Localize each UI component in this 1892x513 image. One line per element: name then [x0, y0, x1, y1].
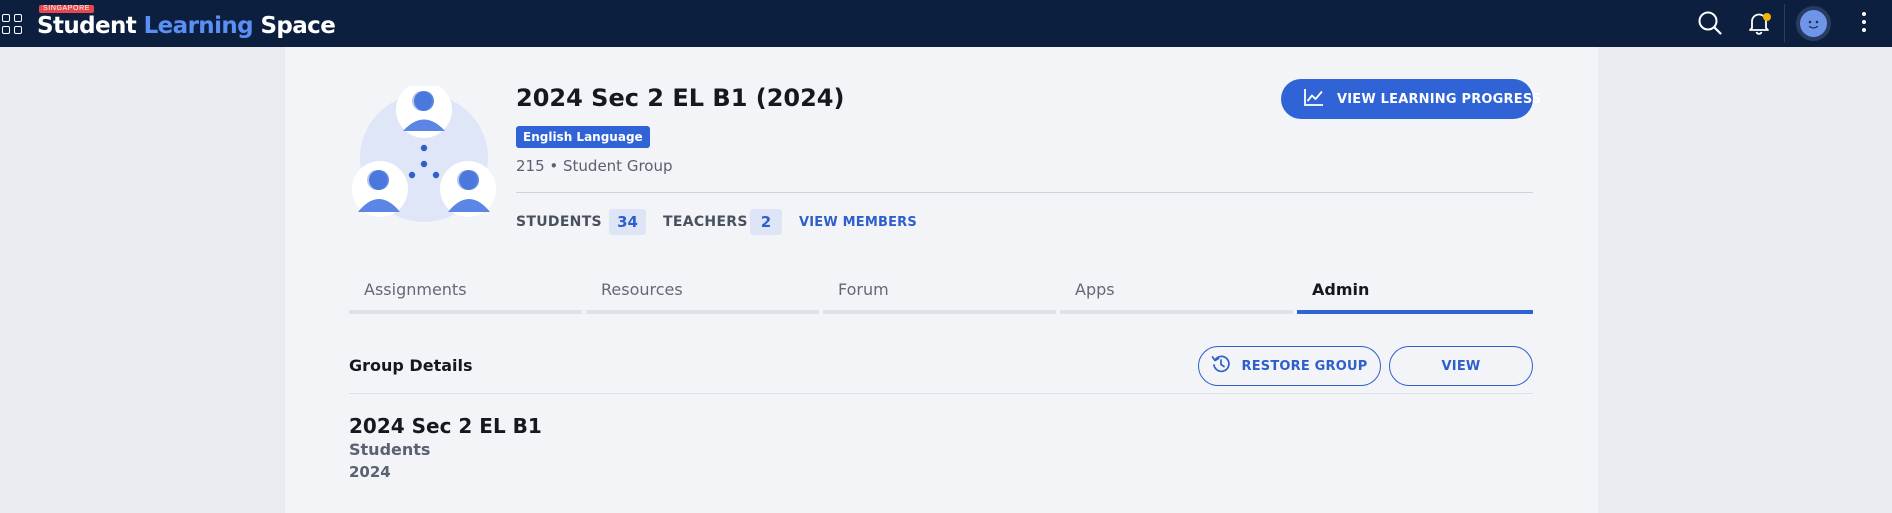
group-details-divider: [349, 393, 1533, 394]
group-type: Students: [349, 440, 431, 459]
tab-apps[interactable]: Apps: [1060, 278, 1295, 314]
student-group-illustration: [352, 82, 497, 231]
more-options-icon[interactable]: [1862, 12, 1868, 34]
restore-group-label: RESTORE GROUP: [1241, 358, 1368, 374]
tab-admin[interactable]: Admin: [1297, 278, 1533, 314]
apps-grid-icon[interactable]: [2, 14, 22, 34]
group-meta: 215 • Student Group: [516, 157, 673, 175]
notification-dot: [1763, 13, 1771, 21]
tab-label: Admin: [1312, 280, 1370, 299]
search-icon[interactable]: [1697, 10, 1723, 36]
tab-assignments[interactable]: Assignments: [349, 278, 584, 314]
view-learning-progress-label: VIEW LEARNING PROGRESS: [1337, 91, 1542, 107]
view-button[interactable]: VIEW: [1389, 346, 1533, 386]
subject-badge: English Language: [516, 126, 650, 148]
tab-label: Apps: [1075, 280, 1115, 299]
teachers-label: TEACHERS: [663, 214, 748, 230]
restore-history-icon: [1211, 354, 1231, 378]
brand-tag: SINGAPORE: [39, 5, 95, 13]
group-name: 2024 Sec 2 EL B1: [349, 414, 542, 438]
header-divider: [516, 192, 1533, 193]
view-members-link[interactable]: VIEW MEMBERS: [799, 215, 917, 230]
students-label: STUDENTS: [516, 214, 602, 230]
view-button-label: VIEW: [1441, 358, 1481, 374]
students-count: 34: [609, 209, 646, 235]
tab-label: Assignments: [364, 280, 467, 299]
group-title: 2024 Sec 2 EL B1 (2024): [516, 84, 845, 112]
topbar-divider: [1784, 4, 1785, 42]
teachers-count: 2: [750, 209, 782, 235]
restore-group-button[interactable]: RESTORE GROUP: [1198, 346, 1381, 386]
tab-label: Forum: [838, 280, 889, 299]
group-tabs: Assignments Resources Forum Apps Admin: [349, 278, 1533, 314]
view-learning-progress-button[interactable]: VIEW LEARNING PROGRESS: [1281, 79, 1541, 119]
brand-name: Student Learning Space: [37, 13, 336, 39]
top-navigation-bar: SINGAPORE Student Learning Space: [0, 0, 1892, 47]
brand-word-learning: Learning: [143, 13, 254, 39]
line-chart-icon: [1303, 87, 1325, 111]
group-year: 2024: [349, 463, 391, 481]
tab-resources[interactable]: Resources: [586, 278, 821, 314]
notification-bell-icon[interactable]: [1746, 10, 1772, 36]
user-avatar[interactable]: [1796, 6, 1831, 41]
group-details-heading: Group Details: [349, 356, 473, 375]
brand-word-space: Space: [260, 13, 336, 39]
tab-forum[interactable]: Forum: [823, 278, 1058, 314]
tab-label: Resources: [601, 280, 683, 299]
brand-word-student: Student: [37, 13, 137, 39]
